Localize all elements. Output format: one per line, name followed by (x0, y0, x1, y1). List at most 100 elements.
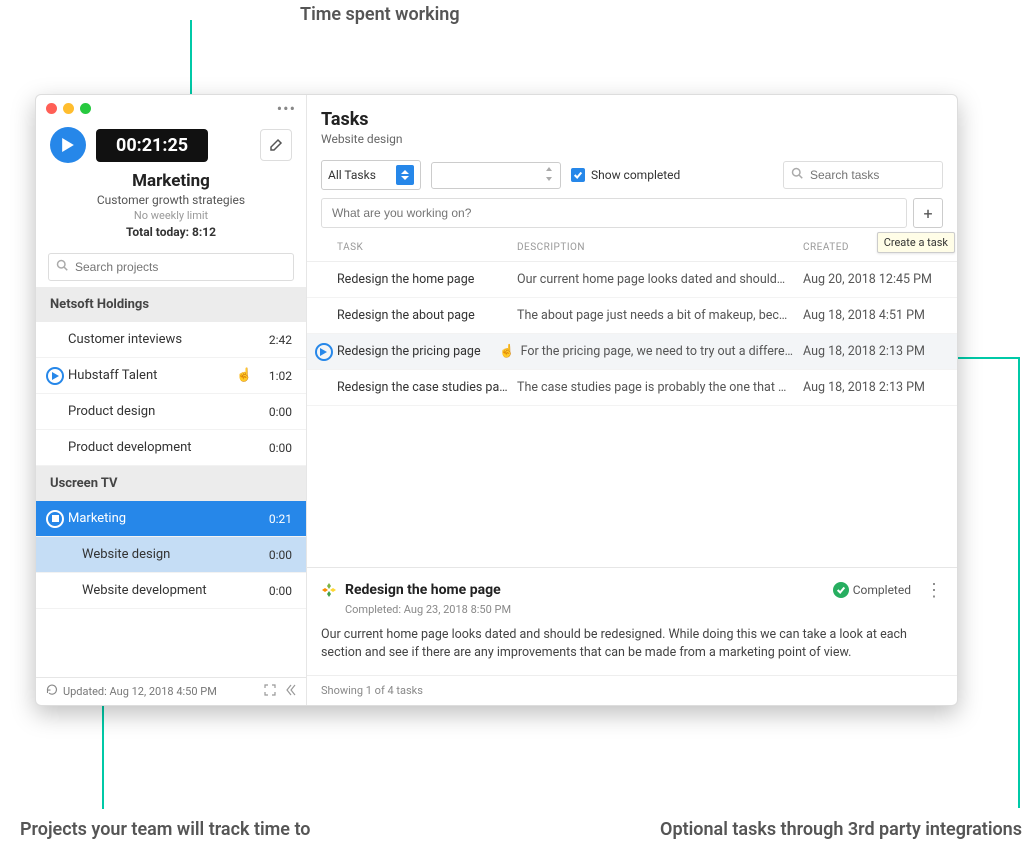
sidebar: ••• 00:21:25 Marketing Customer growth s… (36, 95, 307, 705)
check-circle-icon (833, 582, 849, 598)
project-name: Hubstaff Talent (68, 368, 157, 383)
task-created: Aug 18, 2018 2:13 PM (803, 380, 943, 395)
dropdown-caret-icon (396, 165, 414, 185)
search-icon (791, 167, 803, 183)
search-projects-input[interactable] (48, 253, 294, 281)
project-item[interactable]: Website development 0:00 (36, 573, 306, 609)
task-name: Redesign the case studies pa… (337, 380, 517, 395)
project-title: Marketing (46, 171, 296, 191)
task-created: Aug 18, 2018 4:51 PM (803, 308, 943, 323)
task-row[interactable]: Redesign the case studies pa…The case st… (307, 370, 957, 406)
task-row[interactable]: Redesign the about pageThe about page ju… (307, 298, 957, 334)
window-minimize-icon[interactable] (63, 103, 74, 114)
project-name: Product development (68, 440, 192, 455)
project-time: 1:02 (269, 369, 292, 383)
show-completed-label: Show completed (591, 168, 680, 182)
edit-timer-button[interactable] (260, 129, 292, 161)
project-name: Marketing (68, 511, 126, 526)
project-item[interactable]: Website design 0:00 (36, 537, 306, 573)
col-desc-header: DESCRIPTION (517, 242, 803, 253)
annotation-tasks: Optional tasks through 3rd party integra… (660, 819, 1022, 840)
add-task-row: + Create a task (307, 198, 957, 234)
collapse-icon[interactable] (284, 684, 296, 699)
annotation-time-spent: Time spent working (300, 4, 460, 25)
window-close-icon[interactable] (46, 103, 57, 114)
footer-updated: Updated: Aug 12, 2018 4:50 PM (63, 685, 217, 698)
task-detail-panel: Redesign the home page Completed ⋮ Compl… (307, 567, 957, 676)
project-time: 0:00 (269, 548, 292, 562)
tasks-header: Tasks Website design (307, 95, 957, 152)
tasks-title: Tasks (321, 109, 943, 130)
project-subtitle: Customer growth strategies (46, 193, 296, 207)
detail-completed-at: Completed: Aug 23, 2018 8:50 PM (345, 603, 943, 616)
tasks-filter-select[interactable]: All Tasks (321, 160, 421, 190)
callout-line (1018, 358, 1020, 808)
more-menu-icon[interactable]: ••• (277, 99, 296, 118)
annotation-projects: Projects your team will track time to (20, 819, 310, 840)
task-created: Aug 18, 2018 2:13 PM (803, 344, 943, 359)
show-completed-checkbox[interactable]: Show completed (571, 168, 680, 182)
cursor-icon: ☝ (499, 344, 515, 359)
project-limit: No weekly limit (46, 209, 296, 222)
project-item[interactable]: Product design 0:00 (36, 394, 306, 430)
task-row[interactable]: Redesign the home pageOur current home p… (307, 262, 957, 298)
project-name: Website development (82, 583, 207, 598)
task-name: Redesign the home page (337, 272, 517, 287)
play-icon[interactable] (46, 367, 64, 385)
project-group-header[interactable]: Netsoft Holdings (36, 287, 306, 322)
window-zoom-icon[interactable] (80, 103, 91, 114)
integration-icon (321, 582, 337, 598)
refresh-icon[interactable] (46, 684, 58, 699)
project-time: 0:00 (269, 405, 292, 419)
main-panel: Tasks Website design All Tasks Show comp… (307, 95, 957, 705)
timer-display: 00:21:25 (96, 129, 208, 162)
project-group-header[interactable]: Uscreen TV (36, 466, 306, 501)
task-desc: The about page just needs a bit of makeu… (517, 308, 803, 323)
cursor-icon: ☝ (236, 368, 252, 383)
tasks-table-header: TASK DESCRIPTION CREATED (307, 234, 957, 262)
more-vertical-icon[interactable]: ⋮ (925, 580, 943, 601)
project-time: 0:00 (269, 584, 292, 598)
task-name: Redesign the pricing page (337, 344, 517, 359)
play-icon[interactable] (315, 343, 333, 361)
expand-icon[interactable] (264, 684, 276, 699)
project-time: 2:42 (269, 333, 292, 347)
project-name: Customer inteviews (68, 332, 182, 347)
create-task-tooltip: Create a task (877, 232, 955, 253)
add-task-button[interactable]: + (913, 198, 943, 228)
project-name: Website design (82, 547, 170, 562)
project-total-today: Total today: 8:12 (46, 225, 296, 239)
current-project-header: Marketing Customer growth strategies No … (36, 167, 306, 247)
completed-badge: Completed (833, 582, 911, 598)
search-projects-wrap (36, 247, 306, 287)
start-timer-button[interactable] (50, 127, 86, 163)
checkbox-checked-icon (571, 168, 585, 182)
sidebar-footer: Updated: Aug 12, 2018 4:50 PM (36, 677, 306, 705)
col-task-header: TASK (337, 242, 517, 253)
app-window: ••• 00:21:25 Marketing Customer growth s… (35, 94, 958, 706)
project-item[interactable]: Customer inteviews 2:42 (36, 322, 306, 358)
task-desc: Our current home page looks dated and sh… (517, 272, 803, 287)
project-time: 0:21 (269, 512, 292, 526)
task-desc: The case studies page is probably the on… (517, 380, 803, 395)
tasks-secondary-select[interactable] (431, 162, 561, 189)
project-item[interactable]: Hubstaff Talent ☝ 1:02 (36, 358, 306, 394)
task-created: Aug 20, 2018 12:45 PM (803, 272, 943, 287)
task-list: Redesign the home pageOur current home p… (307, 262, 957, 406)
project-item[interactable]: Product development 0:00 (36, 430, 306, 466)
detail-body: Our current home page looks dated and sh… (321, 626, 943, 664)
project-time: 0:00 (269, 441, 292, 455)
timer-row: 00:21:25 (36, 121, 306, 167)
window-titlebar: ••• (36, 95, 306, 121)
search-icon (56, 259, 68, 275)
dropdown-caret-icon (544, 167, 554, 184)
stop-icon[interactable] (46, 510, 64, 528)
project-name: Product design (68, 404, 155, 419)
search-tasks-input[interactable] (783, 161, 943, 189)
project-item[interactable]: Marketing 0:21 (36, 501, 306, 537)
tasks-showing: Showing 1 of 4 tasks (307, 675, 957, 705)
task-row[interactable]: Redesign the pricing page☝For the pricin… (307, 334, 957, 370)
project-list: Netsoft Holdings Customer inteviews 2:42 Hu… (36, 287, 306, 677)
filter-row: All Tasks Show completed (307, 152, 957, 198)
add-task-input[interactable] (321, 198, 907, 228)
